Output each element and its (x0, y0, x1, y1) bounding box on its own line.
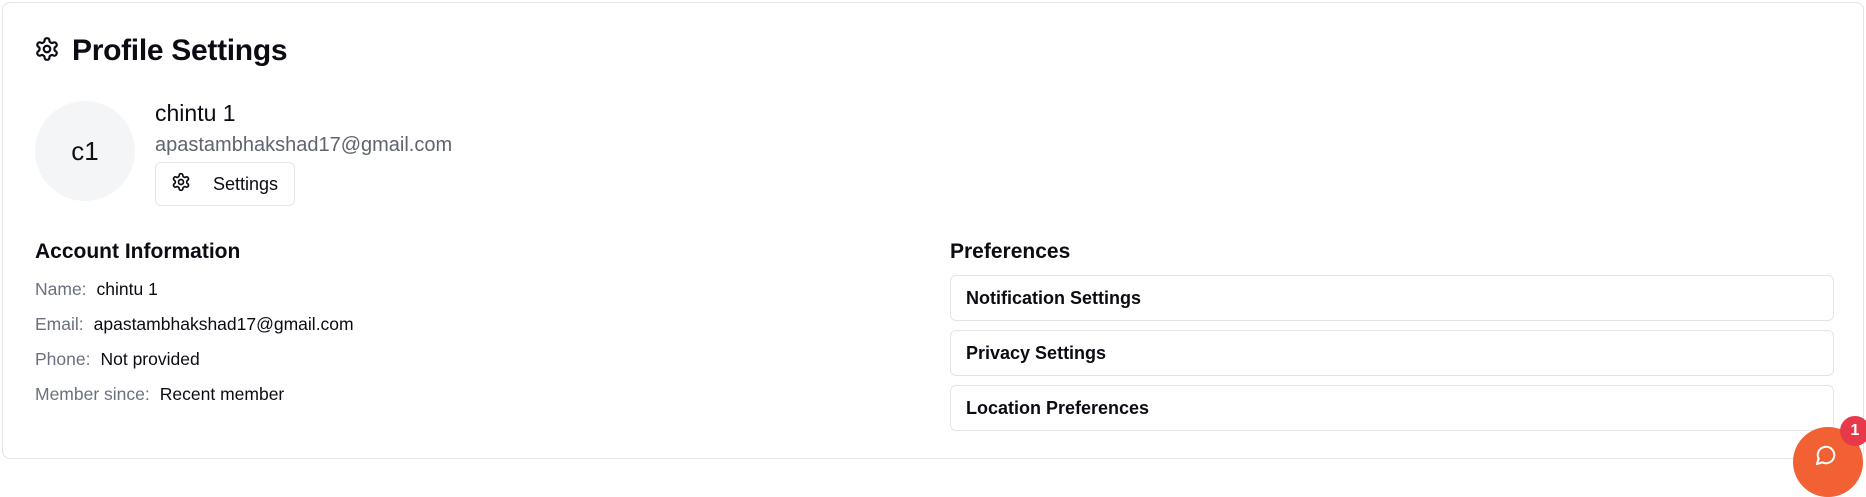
preference-label: Location Preferences (966, 397, 1150, 418)
settings-button-label: Settings (213, 173, 279, 194)
info-label: Name: (35, 279, 87, 299)
info-value: Recent member (159, 384, 285, 404)
gear-icon (34, 36, 60, 67)
info-row-name: Name: chintu 1 (35, 279, 158, 300)
avatar: c1 (35, 101, 135, 201)
chat-notification-badge: 1 (1840, 416, 1866, 446)
preference-notification-settings[interactable]: Notification Settings (950, 275, 1834, 321)
settings-button[interactable]: Settings (155, 162, 295, 206)
avatar-initials: c1 (71, 135, 99, 166)
preference-privacy-settings[interactable]: Privacy Settings (950, 330, 1834, 376)
info-value: apastambhakshad17@gmail.com (93, 314, 354, 334)
preference-label: Notification Settings (966, 287, 1141, 308)
preference-location-preferences[interactable]: Location Preferences (950, 385, 1834, 431)
preference-label: Privacy Settings (966, 342, 1107, 363)
profile-email: apastambhakshad17@gmail.com (155, 134, 453, 156)
gear-icon (171, 172, 191, 197)
profile-name: chintu 1 (155, 100, 236, 126)
info-label: Phone: (35, 349, 91, 369)
info-label: Email: (35, 314, 84, 334)
info-value: chintu 1 (96, 279, 158, 299)
chat-bubble-icon (1815, 445, 1837, 471)
page-header: Profile Settings (34, 34, 288, 68)
info-row-member-since: Member since: Recent member (35, 384, 284, 405)
account-information-title: Account Information (35, 240, 241, 263)
profile-settings-card: Profile Settings c1 chintu 1 apastambhak… (2, 2, 1864, 459)
info-value: Not provided (100, 349, 200, 369)
info-row-email: Email: apastambhakshad17@gmail.com (35, 314, 354, 335)
page-title: Profile Settings (72, 34, 288, 67)
preferences-title: Preferences (950, 240, 1071, 263)
info-row-phone: Phone: Not provided (35, 349, 200, 370)
info-label: Member since: (35, 384, 150, 404)
